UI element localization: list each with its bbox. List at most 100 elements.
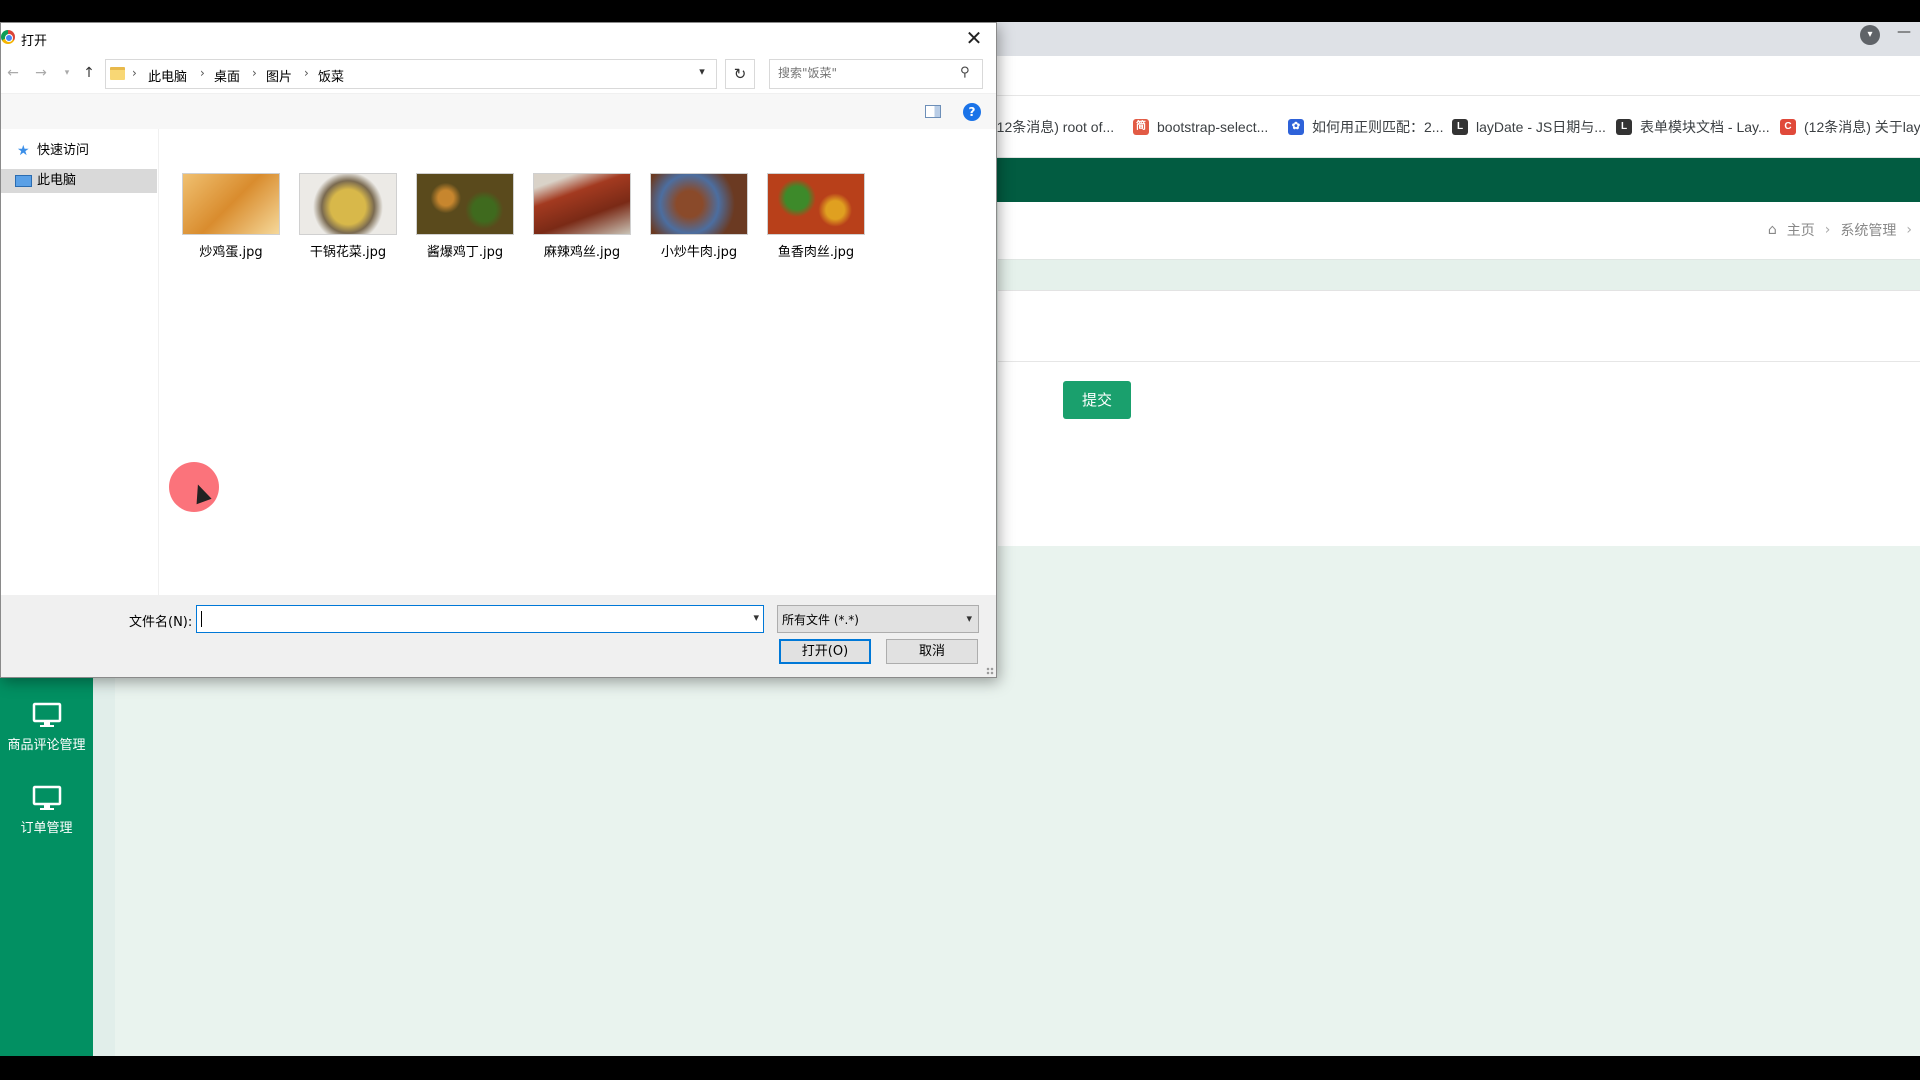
bookmark-label: bootstrap-select...: [1157, 119, 1269, 135]
bookmark-item[interactable]: L 表单模块文档 - Lay...: [1616, 116, 1770, 138]
chevron-right-icon: ›: [304, 66, 309, 80]
dialog-titlebar: 打开 ✕: [1, 23, 996, 53]
path-segment[interactable]: 桌面: [214, 66, 240, 85]
bookmark-item[interactable]: 简 bootstrap-select...: [1133, 116, 1268, 138]
forward-arrow-icon[interactable]: →: [31, 63, 51, 83]
bookmark-label: 如何用正则匹配：2...: [1312, 119, 1444, 135]
filetype-select[interactable]: 所有文件 (*.*) ▾: [777, 605, 979, 633]
file-item[interactable]: 小炒牛肉.jpg: [647, 173, 751, 260]
csdn-c-icon: C: [1780, 119, 1796, 135]
breadcrumb: ⌂ 主页 › 系统管理 ›: [998, 202, 1920, 260]
monitor-icon: [32, 785, 61, 810]
chevron-down-icon: ▾: [966, 612, 972, 625]
home-icon: ⌂: [1767, 222, 1777, 238]
resize-grip-icon[interactable]: [986, 667, 994, 675]
search-input[interactable]: [778, 66, 948, 80]
chevron-right-icon: ›: [1824, 222, 1831, 238]
file-item[interactable]: 麻辣鸡丝.jpg: [530, 173, 634, 260]
file-name: 干锅花菜.jpg: [309, 245, 387, 260]
divider: [998, 361, 1920, 362]
baidu-paw-icon: ✿: [1288, 119, 1304, 135]
file-thumbnail: [299, 173, 397, 235]
layui-icon: L: [1616, 119, 1632, 135]
recent-locations-icon[interactable]: ▾: [57, 63, 77, 83]
open-button[interactable]: 打开(O): [779, 639, 871, 664]
dialog-navbar: ← → ▾ ↑ › 此电脑 › 桌面 › 图片 › 饭菜 ▾ ↻ ⚲: [1, 53, 996, 93]
bookmark-item[interactable]: L layDate - JS日期与...: [1452, 116, 1606, 138]
form-panel: 提交: [998, 290, 1920, 546]
navigation-pane: ★ 快速访问 此电脑: [1, 129, 159, 595]
folder-icon: [110, 67, 125, 80]
screen: ▾ — (12条消息) root of... 简 bootstrap-selec…: [0, 0, 1920, 1080]
filename-input[interactable]: [201, 610, 731, 628]
bookmark-item[interactable]: (12条消息) root of...: [992, 116, 1114, 138]
nav-quick-access[interactable]: ★ 快速访问: [1, 139, 157, 163]
jian-icon: 简: [1133, 119, 1149, 135]
cancel-button[interactable]: 取消: [886, 639, 978, 664]
file-thumbnail: [416, 173, 514, 235]
nav-label: 快速访问: [37, 143, 90, 158]
filename-combo[interactable]: ▾: [196, 605, 764, 633]
bookmark-label: (12条消息) root of...: [992, 119, 1115, 135]
chevron-down-icon[interactable]: ▾: [694, 65, 710, 83]
file-item[interactable]: 酱爆鸡丁.jpg: [413, 173, 517, 260]
path-segment[interactable]: 饭菜: [318, 66, 344, 85]
layui-icon: L: [1452, 119, 1468, 135]
content-strip: [998, 260, 1920, 290]
file-name: 小炒牛肉.jpg: [660, 245, 738, 260]
address-path[interactable]: › 此电脑 › 桌面 › 图片 › 饭菜 ▾: [105, 59, 717, 89]
breadcrumb-home[interactable]: 主页: [1787, 220, 1815, 240]
file-name: 麻辣鸡丝.jpg: [543, 245, 621, 260]
tab-search-icon[interactable]: ▾: [1860, 25, 1880, 45]
breadcrumb-section[interactable]: 系统管理: [1840, 220, 1896, 240]
file-thumbnail: [182, 173, 280, 235]
path-segment[interactable]: 此电脑: [148, 66, 187, 85]
bookmark-label: layDate - JS日期与...: [1476, 119, 1606, 135]
dialog-title: 打开: [21, 34, 48, 49]
file-thumbnail: [767, 173, 865, 235]
sidebar-item-comments[interactable]: 商品评论管理: [0, 702, 93, 753]
preview-pane-icon[interactable]: [925, 105, 941, 118]
text-caret: [201, 611, 202, 627]
star-icon: ★: [17, 143, 30, 159]
file-open-dialog: 打开 ✕ ← → ▾ ↑ › 此电脑 › 桌面 › 图片 › 饭菜 ▾ ↻ 搜索…: [0, 22, 997, 678]
filetype-value: 所有文件 (*.*): [782, 613, 859, 627]
computer-icon: [15, 175, 32, 187]
bookmark-label: 表单模块文档 - Lay...: [1640, 119, 1770, 135]
chevron-down-icon[interactable]: ▾: [753, 611, 759, 624]
bookmark-item[interactable]: ✿ 如何用正则匹配：2...: [1288, 116, 1443, 138]
help-icon[interactable]: ?: [963, 103, 981, 121]
chevron-right-icon: ›: [132, 66, 137, 80]
file-name: 鱼香肉丝.jpg: [777, 245, 855, 260]
search-icon: ⚲: [960, 65, 970, 80]
file-name: 酱爆鸡丁.jpg: [426, 245, 504, 260]
close-icon[interactable]: ✕: [952, 23, 996, 53]
minimize-icon[interactable]: —: [1892, 22, 1916, 46]
submit-button[interactable]: 提交: [1063, 381, 1131, 419]
up-arrow-icon[interactable]: ↑: [79, 63, 99, 83]
file-thumbnail: [650, 173, 748, 235]
dialog-toolbar: ?: [1, 93, 996, 129]
file-item[interactable]: 鱼香肉丝.jpg: [764, 173, 868, 260]
refresh-icon[interactable]: ↻: [725, 59, 755, 89]
file-thumbnail: [533, 173, 631, 235]
chevron-right-icon: ›: [200, 66, 205, 80]
monitor-icon: [32, 702, 61, 727]
sidebar-item-label: 订单管理: [20, 821, 73, 836]
chevron-right-icon: ›: [1906, 222, 1912, 238]
back-arrow-icon[interactable]: ←: [3, 63, 23, 83]
search-box[interactable]: ⚲: [769, 59, 983, 89]
dialog-footer: 文件名(N): ▾ 所有文件 (*.*) ▾ 打开(O) 取消: [1, 595, 996, 677]
bookmark-item[interactable]: C (12条消息) 关于lay...: [1780, 116, 1920, 138]
sidebar-item-orders[interactable]: 订单管理: [0, 785, 93, 836]
nav-label: 此电脑: [37, 173, 77, 188]
file-name: 炒鸡蛋.jpg: [199, 245, 263, 260]
path-segment[interactable]: 图片: [266, 66, 292, 85]
file-item[interactable]: 炒鸡蛋.jpg: [179, 173, 283, 260]
bookmark-label: (12条消息) 关于lay...: [1804, 119, 1920, 135]
file-item[interactable]: 干锅花菜.jpg: [296, 173, 400, 260]
chrome-icon: [1, 30, 15, 44]
filename-label: 文件名(N):: [129, 615, 193, 630]
nav-this-pc[interactable]: 此电脑: [1, 169, 157, 193]
chevron-right-icon: ›: [252, 66, 257, 80]
